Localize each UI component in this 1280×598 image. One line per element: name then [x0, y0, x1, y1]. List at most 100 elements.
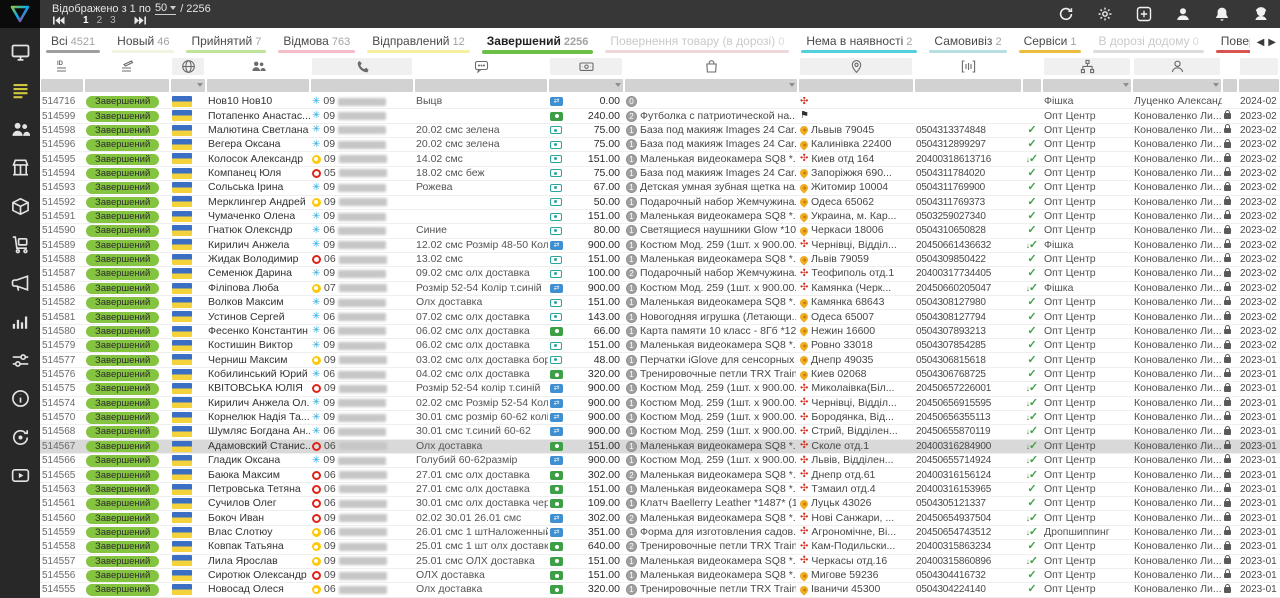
column-header-phone[interactable]	[310, 56, 414, 77]
table-row[interactable]: 514595 Завершений Колосок Александр 09 1…	[40, 152, 1280, 166]
page-button-3[interactable]: 3	[106, 15, 120, 26]
table-row[interactable]: 514560 Завершений Бокоч Иван 09 02.02 30…	[40, 511, 1280, 525]
table-row[interactable]: 514590 Завершений Гнатюк Олексндр 06 Син…	[40, 224, 1280, 238]
table-row[interactable]: 514563 Завершений Петровська Тетяна 06 2…	[40, 483, 1280, 497]
table-row[interactable]: 514587 Завершений Семенюк Дарина 09 09.0…	[40, 267, 1280, 281]
table-row[interactable]: 514558 Завершений Ковпак Татьяна 09 25.0…	[40, 540, 1280, 554]
filter-comment[interactable]	[415, 79, 547, 92]
table-row[interactable]: 514579 Завершений Костишин Виктор 09 06.…	[40, 339, 1280, 353]
support-button[interactable]	[1252, 5, 1270, 23]
table-row[interactable]: 514594 Завершений Компанец Юля 05 18.02 …	[40, 167, 1280, 181]
table-row[interactable]: 514593 Завершений Сольська Ірина 09 Роже…	[40, 181, 1280, 195]
table-row[interactable]: 514598 Завершений Малютина Светлана 09 2…	[40, 124, 1280, 138]
column-header-id[interactable]: ID	[40, 56, 84, 77]
filter-status[interactable]	[85, 79, 169, 92]
column-header-comment[interactable]	[414, 56, 548, 77]
sidebar-item-customers[interactable]	[8, 117, 32, 141]
column-header-date[interactable]	[1238, 56, 1280, 77]
table-row[interactable]: 514576 Завершений Кобилинський Юрий 06 0…	[40, 368, 1280, 382]
table-row[interactable]: 514561 Завершений Сучилов Олег 06 30.01 …	[40, 497, 1280, 511]
table-row[interactable]: 514586 Завершений Філіпова Люба 07 Розмі…	[40, 282, 1280, 296]
status-tab-5[interactable]: Завершений2256	[476, 28, 600, 56]
column-header-status[interactable]	[84, 56, 170, 77]
table-row[interactable]: 514582 Завершений Волков Максим 09 Олх д…	[40, 296, 1280, 310]
status-tab-0[interactable]: Всі4521	[40, 28, 106, 56]
filter-country[interactable]	[171, 79, 205, 92]
filter-phone[interactable]	[311, 79, 413, 92]
filter-address[interactable]	[799, 79, 913, 92]
table-row[interactable]: 514568 Завершений Шумляс Богдана Ан... 0…	[40, 425, 1280, 439]
add-button[interactable]	[1135, 5, 1153, 23]
filter-manager[interactable]	[1133, 79, 1221, 92]
table-row[interactable]: 514556 Завершений Сиротюк Олександр 09 О…	[40, 569, 1280, 583]
filter-payment[interactable]	[549, 79, 623, 92]
column-header-check[interactable]	[1022, 56, 1042, 77]
table-row[interactable]: 514565 Завершений Баюка Максим 06 27.01 …	[40, 468, 1280, 482]
sidebar-item-statistics[interactable]	[8, 310, 32, 334]
column-header-customer[interactable]	[206, 56, 310, 77]
status-tab-2[interactable]: Прийнятий7	[180, 28, 272, 56]
column-header-manager[interactable]	[1132, 56, 1222, 77]
column-header-address[interactable]	[798, 56, 914, 77]
refresh-button[interactable]	[1057, 5, 1075, 23]
status-tab-8[interactable]: Самовивіз2	[923, 28, 1012, 56]
sidebar-item-integrations[interactable]	[8, 425, 32, 449]
per-page-select[interactable]: 50	[155, 2, 176, 15]
table-row[interactable]: 514575 Завершений КВІТОВСЬКА ЮЛІЯ 09 Роз…	[40, 382, 1280, 396]
filter-fulfillment[interactable]	[1043, 79, 1131, 92]
table-row[interactable]: 514591 Завершений Чумаченко Олена 09 151…	[40, 210, 1280, 224]
sidebar-item-marketing[interactable]	[8, 271, 32, 295]
column-header-country[interactable]	[170, 56, 206, 77]
sidebar-item-dashboard[interactable]	[8, 40, 32, 64]
status-tab-4[interactable]: Відправлений12	[361, 28, 476, 56]
table-row[interactable]: 514596 Завершений Вегера Оксана 09 20.02…	[40, 138, 1280, 152]
table-row[interactable]: 514599 Завершений Потапенко Анастас... 0…	[40, 109, 1280, 123]
filter-ttn[interactable]	[915, 79, 1021, 92]
table-row[interactable]: 514592 Завершений Мерклингер Андрей 09 5…	[40, 196, 1280, 210]
status-tab-7[interactable]: Нема в наявності2	[795, 28, 923, 56]
table-row[interactable]: 514570 Завершений Корнелюк Надія Та... 0…	[40, 411, 1280, 425]
table-row[interactable]: 514588 Завершений Жидак Володимир 06 13.…	[40, 253, 1280, 267]
table-row[interactable]: 514580 Завершений Фесенко Константин 06 …	[40, 325, 1280, 339]
first-page-button[interactable]	[52, 16, 65, 25]
column-header-product[interactable]	[624, 56, 798, 77]
table-row[interactable]: 514574 Завершений Кирилич Анжела Ол... 0…	[40, 397, 1280, 411]
column-header-payment[interactable]	[548, 56, 624, 77]
tabs-scroll-right-icon[interactable]: ▶	[1268, 37, 1276, 48]
table-row[interactable]: 514716 Завершений Нов10 Нов10 09 Выцв 0.…	[40, 95, 1280, 109]
sidebar-item-video[interactable]	[8, 464, 32, 488]
table-row[interactable]: 514589 Завершений Кирилич Анжела 09 12.0…	[40, 239, 1280, 253]
filter-lock[interactable]	[1223, 79, 1237, 92]
sidebar-item-products[interactable]	[8, 194, 32, 218]
table-row[interactable]: 514567 Завершений Адамовский Станис... 0…	[40, 440, 1280, 454]
filter-customer[interactable]	[207, 79, 309, 92]
column-header-ttn[interactable]	[914, 56, 1022, 77]
status-tab-10[interactable]: В дорозі додому0	[1087, 28, 1209, 56]
sidebar-item-store[interactable]	[8, 156, 32, 180]
table-row[interactable]: 514559 Завершений Влас Слотюу 06 26.01 с…	[40, 526, 1280, 540]
status-tab-6[interactable]: Повернення товару (в дорозі)0	[599, 28, 795, 56]
status-tab-9[interactable]: Сервіси1	[1013, 28, 1088, 56]
app-logo[interactable]	[0, 0, 40, 28]
table-row[interactable]: 514581 Завершений Устинов Сергей 06 07.0…	[40, 310, 1280, 324]
notifications-button[interactable]	[1213, 5, 1231, 23]
filter-date[interactable]	[1239, 79, 1279, 92]
sidebar-item-procurement[interactable]	[8, 233, 32, 257]
table-row[interactable]: 514557 Завершений Лила Ярослав 09 25.01 …	[40, 555, 1280, 569]
filter-id[interactable]	[41, 79, 83, 92]
page-button-2[interactable]: 2	[93, 15, 107, 26]
account-button[interactable]	[1174, 5, 1192, 23]
table-row[interactable]: 514577 Завершений Черниш Максим 09 03.02…	[40, 353, 1280, 367]
column-header-fulfillment[interactable]	[1042, 56, 1132, 77]
page-button-1[interactable]: 1	[79, 15, 93, 26]
sidebar-item-info[interactable]	[8, 387, 32, 411]
status-tab-1[interactable]: Новый46	[106, 28, 180, 56]
table-row[interactable]: 514555 Завершений Новосад Олеся 06 Олх д…	[40, 583, 1280, 597]
tabs-scroll-left-icon[interactable]: ◀	[1257, 37, 1265, 48]
filter-check[interactable]	[1023, 79, 1041, 92]
status-tab-3[interactable]: Відмова763	[272, 28, 361, 56]
sidebar-item-orders[interactable]	[8, 79, 32, 103]
sidebar-item-settings[interactable]	[8, 348, 32, 372]
table-row[interactable]: 514566 Завершений Гладик Оксана 09 Голуб…	[40, 454, 1280, 468]
settings-button[interactable]	[1096, 5, 1114, 23]
